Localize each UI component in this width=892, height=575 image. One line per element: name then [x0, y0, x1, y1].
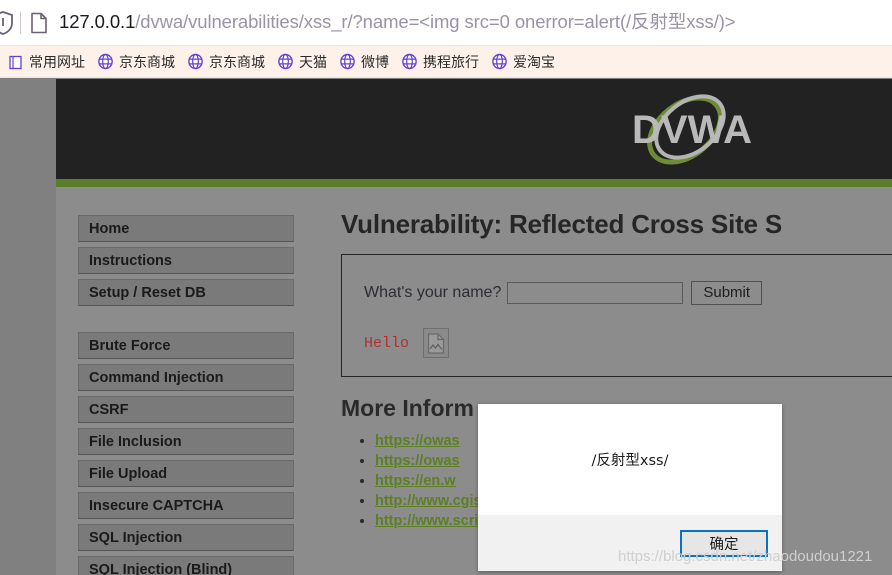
chrome-divider: [20, 11, 21, 34]
bookmark-item-2[interactable]: 京东商城: [181, 49, 271, 75]
bookmark-item-0[interactable]: 常用网址: [2, 49, 91, 75]
globe-icon: [491, 53, 508, 70]
bookmark-item-1[interactable]: 京东商城: [91, 49, 181, 75]
sidebar-item-insecure-captcha[interactable]: Insecure CAPTCHA: [78, 492, 294, 519]
browser-chrome: 127.0.0.1/dvwa/vulnerabilities/xss_r/?na…: [0, 0, 892, 78]
site-header: DVWA: [56, 79, 892, 179]
sidebar-item-command-injection[interactable]: Command Injection: [78, 364, 294, 391]
page-viewport: DVWA Home Instructions Setup / Reset DB …: [0, 79, 892, 575]
page-title: Vulnerability: Reflected Cross Site S: [341, 209, 782, 239]
sidebar-item-file-inclusion[interactable]: File Inclusion: [78, 428, 294, 455]
name-field-label: What's your name?: [364, 284, 502, 301]
accent-bar: [56, 179, 892, 187]
address-bar[interactable]: 127.0.0.1/dvwa/vulnerabilities/xss_r/?na…: [0, 0, 892, 46]
bookmark-item-6[interactable]: 爱淘宝: [485, 49, 561, 75]
bookmark-label: 爱淘宝: [513, 54, 555, 71]
svg-text:DVWA: DVWA: [632, 108, 752, 152]
globe-icon: [339, 53, 356, 70]
sidebar-group-divider: [78, 311, 294, 332]
dvwa-logo: DVWA: [632, 94, 752, 165]
bookmark-label: 京东商城: [119, 54, 175, 71]
javascript-alert-dialog: /反射型xss/ 确定: [478, 404, 782, 571]
url-path: /dvwa/vulnerabilities/xss_r/?name=<img s…: [135, 13, 736, 32]
broken-image-icon: [423, 328, 450, 358]
sidebar-item-setup-reset-db[interactable]: Setup / Reset DB: [78, 279, 294, 306]
sidebar-item-brute-force[interactable]: Brute Force: [78, 332, 294, 359]
bookmark-label: 常用网址: [29, 54, 85, 71]
page-icon: [30, 10, 52, 36]
bookmark-label: 微博: [361, 54, 389, 71]
bookmarks-bar: 常用网址 京东商城 京东商城 天猫 微博 携程旅行 爱淘宝: [0, 46, 892, 78]
shield-icon[interactable]: [0, 8, 14, 38]
alert-message-area: /反射型xss/: [478, 404, 782, 515]
reference-link[interactable]: https://owas: [375, 453, 460, 469]
bookmark-label: 天猫: [299, 54, 327, 71]
sidebar-item-sql-injection-blind[interactable]: SQL Injection (Blind): [78, 556, 294, 575]
submit-button[interactable]: Submit: [691, 281, 763, 305]
url-host: 127.0.0.1: [59, 13, 136, 32]
sidebar-item-instructions[interactable]: Instructions: [78, 247, 294, 274]
sidebar-item-csrf[interactable]: CSRF: [78, 396, 294, 423]
vulnerability-panel: What's your name? Submit Hello: [341, 254, 892, 377]
url-text[interactable]: 127.0.0.1/dvwa/vulnerabilities/xss_r/?na…: [59, 13, 736, 32]
folder-icon: [8, 54, 24, 70]
bookmark-item-5[interactable]: 携程旅行: [395, 49, 485, 75]
name-form: What's your name? Submit: [364, 281, 892, 305]
sidebar-item-file-upload[interactable]: File Upload: [78, 460, 294, 487]
name-input[interactable]: [507, 282, 684, 304]
sidebar-item-home[interactable]: Home: [78, 215, 294, 242]
bookmark-item-3[interactable]: 天猫: [271, 49, 333, 75]
bookmark-label: 京东商城: [209, 54, 265, 71]
bookmark-label: 携程旅行: [423, 54, 479, 71]
bookmark-item-4[interactable]: 微博: [333, 49, 395, 75]
globe-icon: [401, 53, 418, 70]
reference-link[interactable]: https://owas: [375, 433, 460, 449]
alert-message: /反射型xss/: [591, 453, 669, 469]
globe-icon: [277, 53, 294, 70]
greeting-text: Hello: [364, 334, 410, 352]
watermark-text: https://blog.csdn.net/zhaodoudou1221: [618, 548, 873, 565]
reference-link[interactable]: https://en.w: [375, 473, 456, 489]
sidebar-item-sql-injection[interactable]: SQL Injection: [78, 524, 294, 551]
result-row: Hello: [364, 328, 892, 358]
globe-icon: [187, 53, 204, 70]
globe-icon: [97, 53, 114, 70]
sidebar: Home Instructions Setup / Reset DB Brute…: [78, 215, 294, 575]
